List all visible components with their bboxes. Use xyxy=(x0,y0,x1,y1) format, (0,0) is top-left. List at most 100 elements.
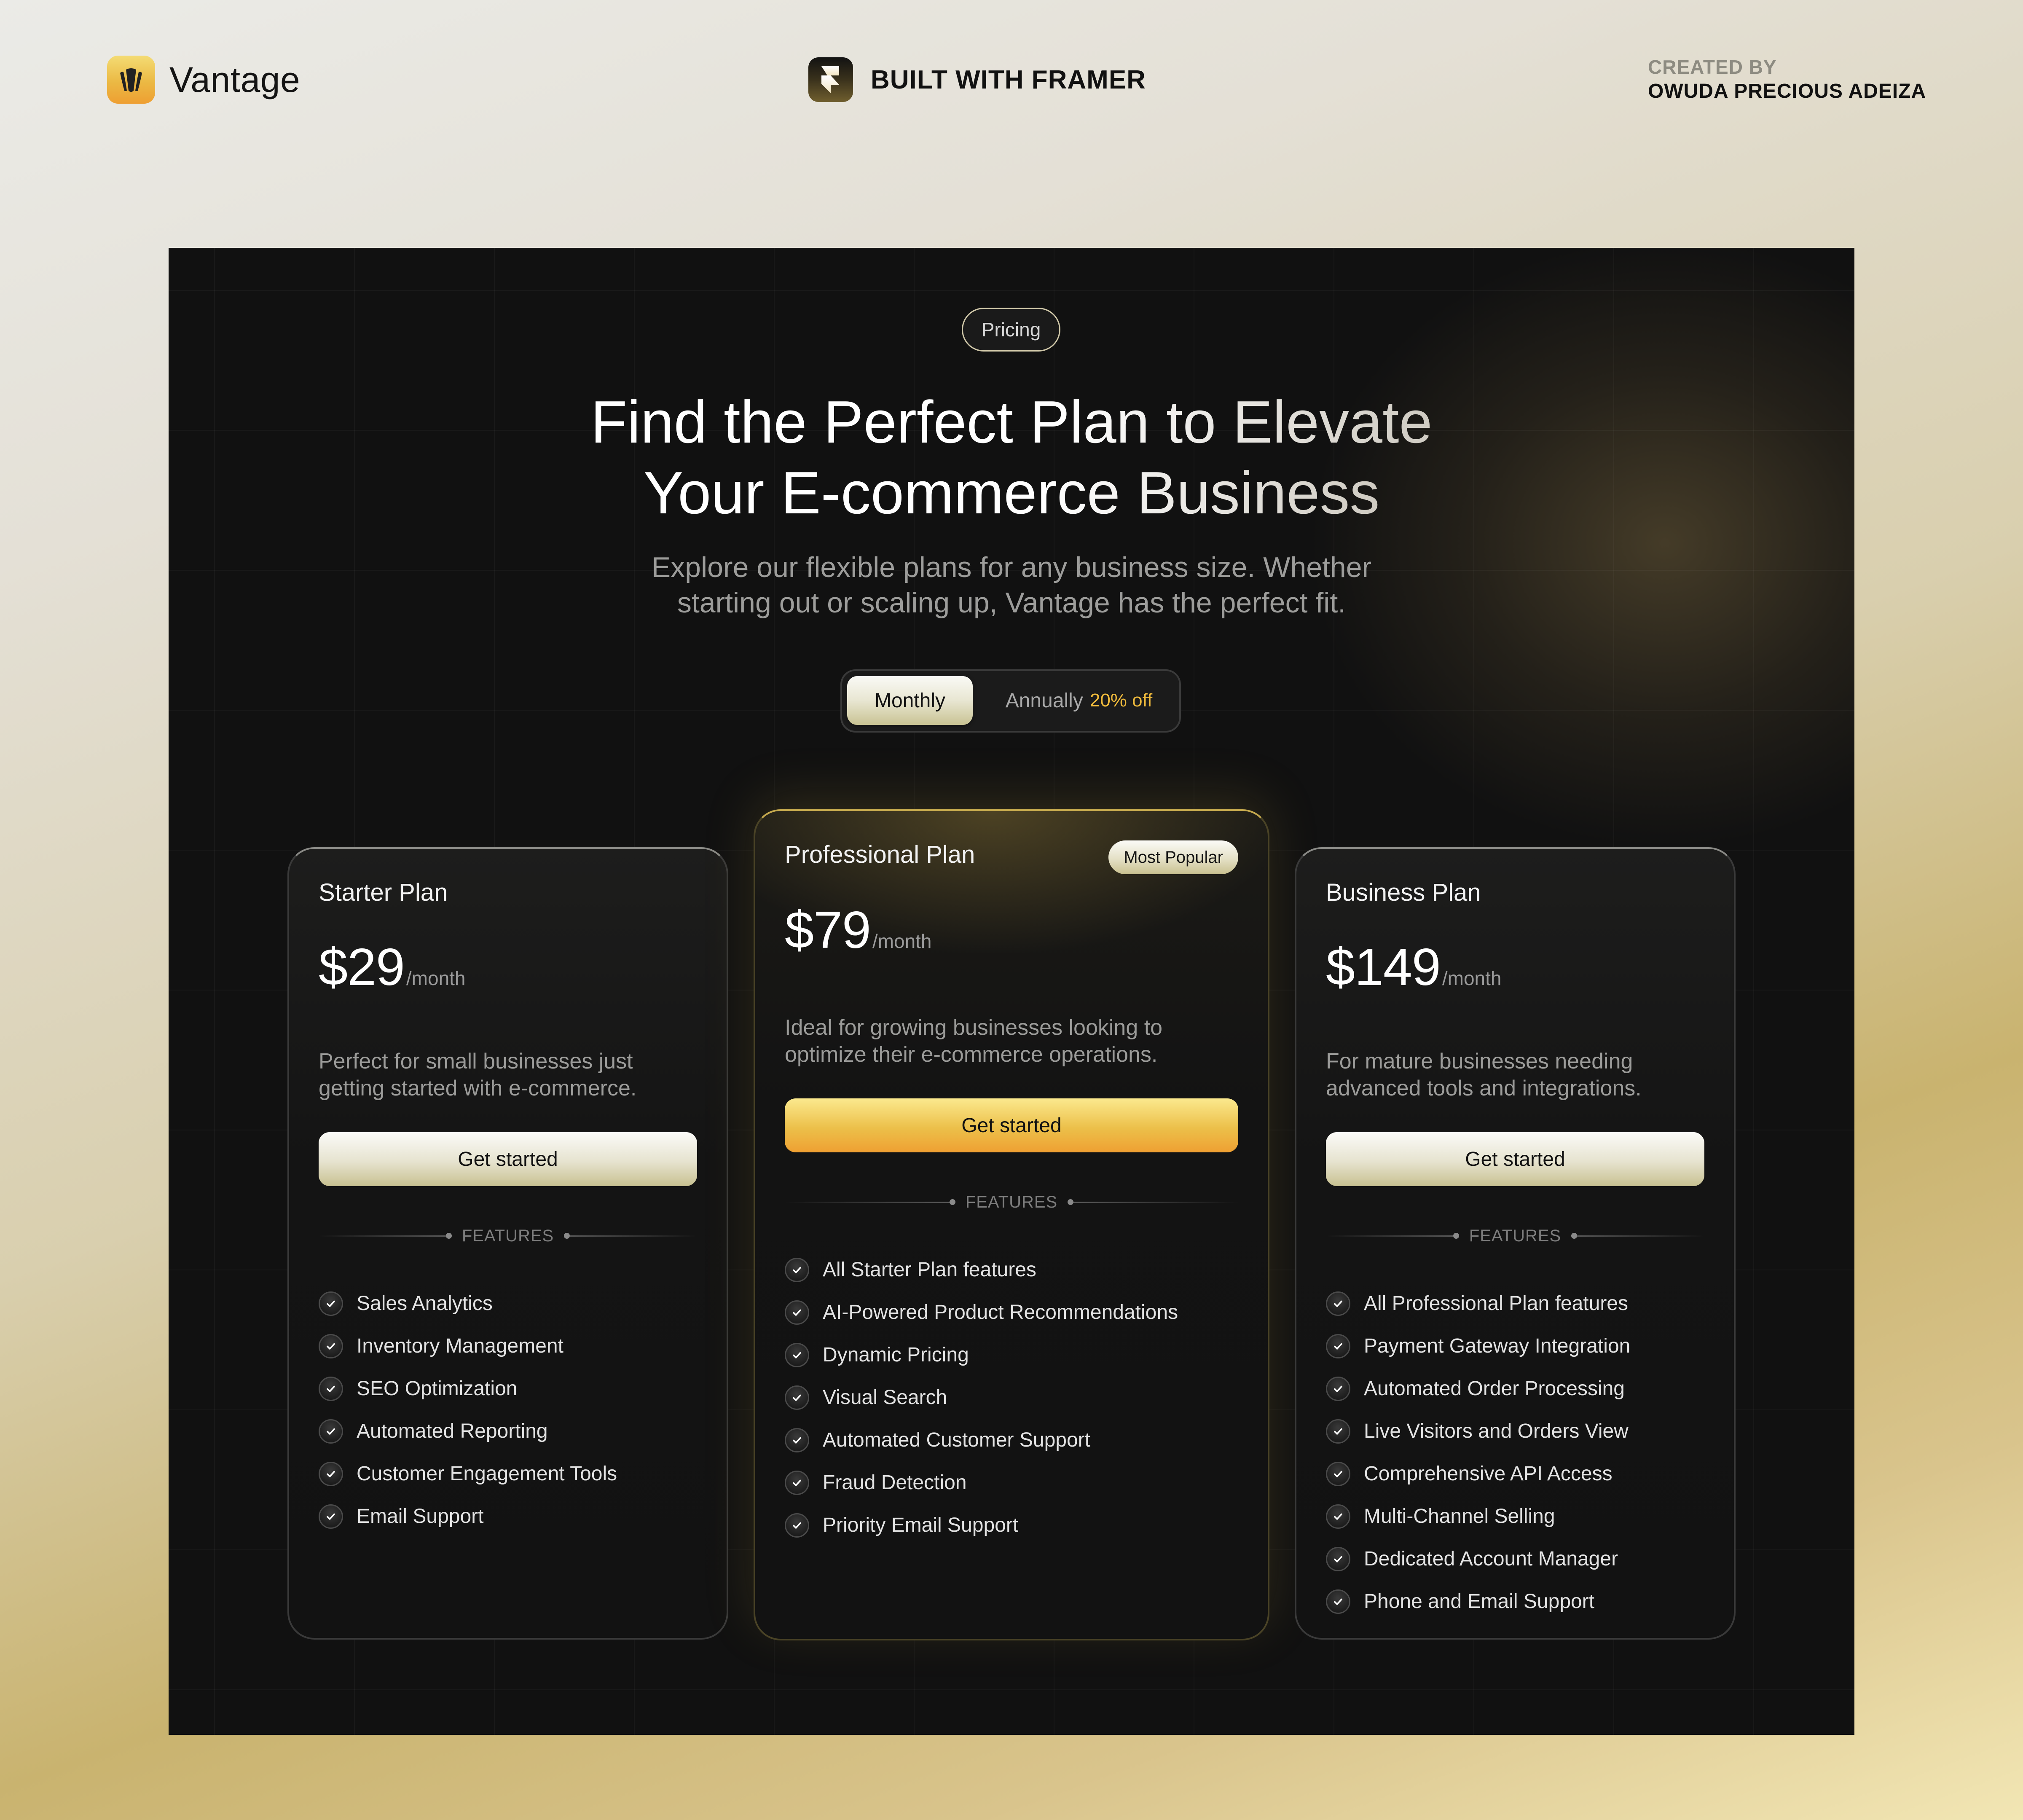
feature-item: Payment Gateway Integration xyxy=(1326,1325,1704,1367)
divider-dot xyxy=(564,1233,570,1239)
toggle-annually[interactable]: Annually 20% off xyxy=(986,676,1172,725)
plan-card-starter: Starter Plan $29 /month Perfect for smal… xyxy=(287,847,728,1640)
description-line: Ideal for growing businesses looking to xyxy=(785,1015,1163,1040)
feature-text: AI-Powered Product Recommendations xyxy=(823,1301,1178,1323)
feature-list: All Professional Plan features Payment Ga… xyxy=(1326,1282,1704,1623)
feature-item: SEO Optimization xyxy=(319,1367,697,1410)
divider-dot xyxy=(1068,1199,1074,1205)
feature-text: Priority Email Support xyxy=(823,1514,1019,1536)
check-icon xyxy=(785,1300,809,1325)
built-with-label: BUILT WITH FRAMER xyxy=(871,65,1146,94)
feature-item: Sales Analytics xyxy=(319,1282,697,1325)
check-icon xyxy=(785,1385,809,1410)
feature-item: AI-Powered Product Recommendations xyxy=(785,1291,1238,1334)
plan-description: Ideal for growing businesses looking to … xyxy=(785,1014,1238,1068)
features-divider: FEATURES xyxy=(785,1193,1239,1211)
features-divider: FEATURES xyxy=(1326,1226,1705,1245)
check-icon xyxy=(319,1461,343,1486)
feature-item: Dynamic Pricing xyxy=(785,1334,1238,1376)
check-icon xyxy=(319,1291,343,1316)
divider-dot xyxy=(949,1199,955,1205)
get-started-button-starter[interactable]: Get started xyxy=(319,1132,697,1186)
section-pill: Pricing xyxy=(962,308,1060,352)
page-subtitle: Explore our flexible plans for any busin… xyxy=(169,550,1854,620)
feature-item: All Starter Plan features xyxy=(785,1248,1238,1291)
price-period: /month xyxy=(406,967,466,989)
feature-text: Customer Engagement Tools xyxy=(357,1463,617,1485)
credit-label: CREATED BY xyxy=(1648,56,1777,78)
feature-text: Inventory Management xyxy=(357,1335,563,1357)
feature-item: Automated Order Processing xyxy=(1326,1367,1704,1410)
feature-text: Multi-Channel Selling xyxy=(1364,1505,1555,1527)
credit-name[interactable]: OWUDA PRECIOUS ADEIZA xyxy=(1648,80,1926,103)
brand-name: Vantage xyxy=(169,59,300,99)
get-started-button-business[interactable]: Get started xyxy=(1326,1132,1704,1186)
features-label: FEATURES xyxy=(461,1226,554,1245)
divider-line xyxy=(785,1201,950,1203)
feature-item: Automated Reporting xyxy=(319,1410,697,1452)
feature-item: Automated Customer Support xyxy=(785,1419,1238,1461)
check-icon xyxy=(1326,1546,1350,1571)
plan-card-business: Business Plan $149 /month For mature bus… xyxy=(1295,847,1736,1640)
subtitle-line-1: Explore our flexible plans for any busin… xyxy=(651,551,1372,583)
top-bar: Vantage BUILT WITH FRAMER CREATED BY OWU… xyxy=(0,0,2023,160)
feature-text: Dynamic Pricing xyxy=(823,1344,969,1366)
description-line: For mature businesses needing xyxy=(1326,1049,1633,1074)
check-icon xyxy=(1326,1291,1350,1316)
feature-text: All Starter Plan features xyxy=(823,1259,1036,1281)
check-icon xyxy=(785,1342,809,1367)
divider-line xyxy=(319,1235,446,1237)
feature-item: Live Visitors and Orders View xyxy=(1326,1410,1704,1452)
features-label: FEATURES xyxy=(1469,1226,1562,1245)
plan-price: $149 /month xyxy=(1326,937,1502,997)
price-amount: $149 xyxy=(1326,938,1441,996)
check-icon xyxy=(319,1504,343,1529)
description-line: Perfect for small businesses just xyxy=(319,1049,633,1074)
feature-text: SEO Optimization xyxy=(357,1377,518,1400)
divider-line xyxy=(570,1235,698,1237)
feature-text: Comprehensive API Access xyxy=(1364,1463,1612,1485)
price-period: /month xyxy=(1442,967,1502,989)
plan-name: Business Plan xyxy=(1326,879,1481,906)
plan-price: $79 /month xyxy=(785,900,932,960)
price-amount: $29 xyxy=(319,938,405,996)
built-with-framer[interactable]: BUILT WITH FRAMER xyxy=(808,57,1146,102)
check-icon xyxy=(785,1428,809,1452)
check-icon xyxy=(785,1513,809,1538)
plan-card-professional: Professional Plan Most Popular $79 /mont… xyxy=(754,809,1269,1640)
feature-text: Dedicated Account Manager xyxy=(1364,1548,1618,1570)
feature-item: Priority Email Support xyxy=(785,1504,1238,1546)
pricing-panel: Pricing Find the Perfect Plan to Elevate… xyxy=(169,248,1854,1735)
check-icon xyxy=(1326,1376,1350,1401)
divider-dot xyxy=(1571,1233,1578,1239)
subtitle-line-2: starting out or scaling up, Vantage has … xyxy=(677,587,1346,619)
check-icon xyxy=(785,1470,809,1495)
divider-line xyxy=(1073,1201,1239,1203)
price-period: /month xyxy=(872,930,932,952)
feature-item: Email Support xyxy=(319,1495,697,1538)
get-started-button-professional[interactable]: Get started xyxy=(785,1098,1238,1152)
check-icon xyxy=(319,1334,343,1358)
toggle-monthly[interactable]: Monthly xyxy=(847,676,973,725)
feature-list: All Starter Plan features AI-Powered Prod… xyxy=(785,1248,1238,1546)
check-icon xyxy=(785,1257,809,1282)
feature-list: Sales Analytics Inventory Management SEO O… xyxy=(319,1282,697,1538)
check-icon xyxy=(1326,1419,1350,1444)
check-icon xyxy=(1326,1334,1350,1358)
feature-item: Customer Engagement Tools xyxy=(319,1452,697,1495)
divider-dot xyxy=(1453,1233,1459,1239)
plan-description: Perfect for small businesses just gettin… xyxy=(319,1048,697,1102)
feature-item: Inventory Management xyxy=(319,1325,697,1367)
billing-toggle[interactable]: Monthly Annually 20% off xyxy=(840,669,1181,733)
feature-text: Fraud Detection xyxy=(823,1471,967,1494)
brand[interactable]: Vantage xyxy=(107,56,300,104)
feature-item: Comprehensive API Access xyxy=(1326,1452,1704,1495)
feature-text: Visual Search xyxy=(823,1386,947,1409)
feature-text: Live Visitors and Orders View xyxy=(1364,1420,1629,1442)
feature-text: Email Support xyxy=(357,1505,484,1527)
plan-price: $29 /month xyxy=(319,937,466,997)
feature-text: All Professional Plan features xyxy=(1364,1292,1628,1315)
feature-item: Fraud Detection xyxy=(785,1461,1238,1504)
page-title: Find the Perfect Plan to Elevate Your E-… xyxy=(169,387,1854,529)
feature-text: Sales Analytics xyxy=(357,1292,493,1315)
